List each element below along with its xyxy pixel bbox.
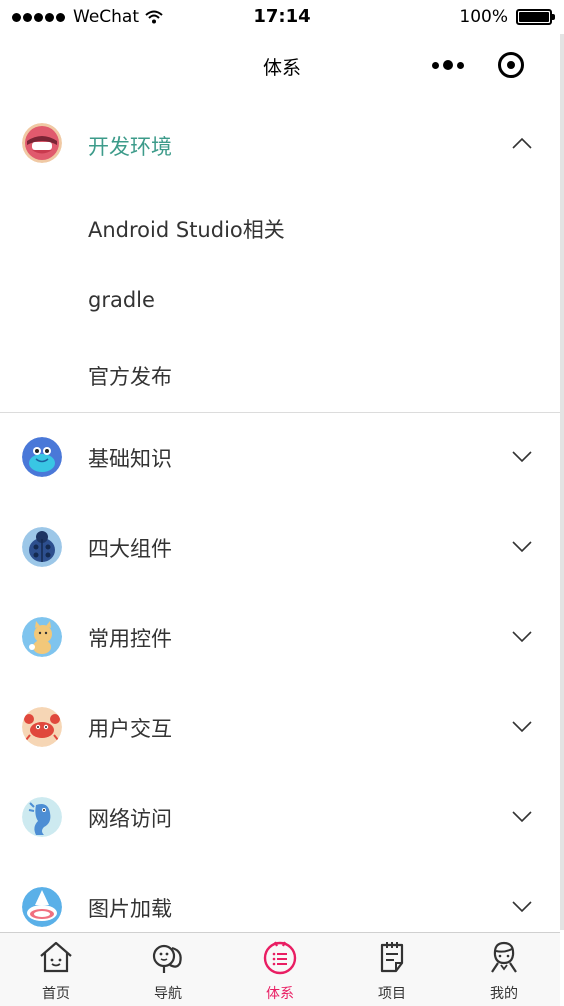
category-row-basics[interactable]: 基础知识: [0, 413, 560, 503]
scrollbar[interactable]: [560, 34, 564, 930]
tab-system[interactable]: 体系: [224, 933, 336, 1006]
category-label: 开发环境: [88, 135, 172, 159]
cat-avatar-icon: [22, 617, 62, 657]
subcategory-gradle[interactable]: gradle: [88, 288, 155, 312]
tab-label: 导航: [154, 986, 182, 1002]
robot-avatar-icon: [22, 123, 62, 163]
category-label: 基础知识: [88, 447, 172, 471]
crab-avatar-icon: [22, 707, 62, 747]
category-label: 图片加载: [88, 897, 172, 921]
chevron-down-icon: [512, 631, 532, 643]
category-row-widgets[interactable]: 常用控件: [0, 593, 560, 683]
tab-profile[interactable]: 我的: [448, 933, 560, 1006]
home-icon: [40, 941, 72, 973]
system-list-icon: [263, 941, 297, 975]
subcategory-official-release[interactable]: 官方发布: [88, 361, 172, 391]
category-row-dev-env[interactable]: 开发环境: [0, 98, 560, 188]
tab-label: 我的: [490, 986, 518, 1002]
nav-bar: 体系: [0, 34, 564, 96]
chevron-down-icon: [512, 541, 532, 553]
tab-label: 首页: [42, 986, 70, 1002]
status-right: 100%: [459, 7, 555, 27]
category-row-image-loading[interactable]: 图片加载: [0, 863, 560, 932]
category-label: 常用控件: [88, 627, 172, 651]
tab-navigation[interactable]: 导航: [112, 933, 224, 1006]
tab-label: 项目: [378, 986, 406, 1002]
category-row-components[interactable]: 四大组件: [0, 503, 560, 593]
battery-percentage: 100%: [459, 7, 508, 27]
tab-project[interactable]: 项目: [336, 933, 448, 1006]
tab-home[interactable]: 首页: [0, 933, 112, 1006]
more-options-icon[interactable]: [432, 60, 468, 70]
page-title: 体系: [262, 57, 301, 79]
category-label: 四大组件: [88, 537, 172, 561]
category-label: 网络访问: [88, 807, 172, 831]
seahorse-avatar-icon: [22, 797, 62, 837]
status-bar: WeChat 17:14 100%: [0, 0, 564, 34]
tab-label: 体系: [266, 986, 294, 1002]
shark-avatar-icon: [22, 887, 62, 927]
monster-avatar-icon: [22, 437, 62, 477]
chevron-down-icon: [512, 451, 532, 463]
category-label: 用户交互: [88, 717, 172, 741]
navigation-icon: [152, 944, 182, 973]
project-icon: [380, 942, 404, 973]
category-row-network[interactable]: 网络访问: [0, 773, 560, 863]
chevron-down-icon: [512, 721, 532, 733]
battery-icon: [516, 9, 555, 25]
ladybug-avatar-icon: [22, 527, 62, 567]
chevron-down-icon: [512, 811, 532, 823]
chevron-up-icon: [512, 137, 532, 149]
subcategory-android-studio[interactable]: Android Studio相关: [88, 214, 285, 244]
tab-bar: 首页 导航 体系 项目 我的: [0, 932, 560, 1006]
category-list: 开发环境 Android Studio相关 gradle 官方发布 基础知识 四…: [0, 96, 560, 932]
profile-icon: [491, 941, 517, 973]
close-miniprogram-icon[interactable]: [498, 52, 524, 78]
chevron-down-icon: [512, 901, 532, 913]
category-row-interaction[interactable]: 用户交互: [0, 683, 560, 773]
